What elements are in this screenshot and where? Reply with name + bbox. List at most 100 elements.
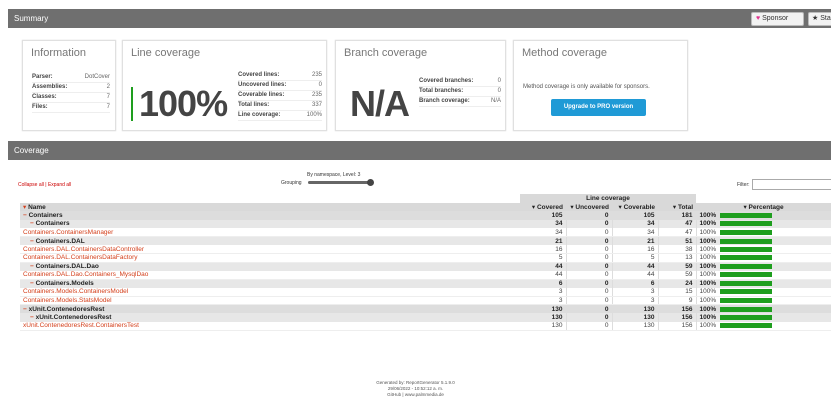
branch-coverage-title: Branch coverage: [344, 47, 428, 59]
class-row[interactable]: Containers.DAL.ContainersDataController 1…: [20, 245, 831, 254]
filter-input[interactable]: [752, 179, 831, 190]
grouping-slider-handle[interactable]: [367, 179, 374, 186]
namespace-row[interactable]: − xUnit.ContenedoresRest 130 0 130 156 100%: [20, 304, 831, 313]
cell-coverable: 3: [612, 296, 659, 305]
class-row[interactable]: Containers.Models.ContainersModel 3 0 3 15 10…: [20, 287, 831, 297]
row-name[interactable]: Containers.DAL.Dao.Containers_MysqlDao: [23, 271, 148, 278]
cell-coverable: 3: [612, 287, 659, 297]
cell-covered: 6: [520, 279, 567, 288]
row-name[interactable]: Containers.ContainersManager: [23, 229, 113, 236]
class-row[interactable]: Containers.DAL.Dao.Containers_MysqlDao 44…: [20, 270, 831, 280]
sort-arrow-icon: ▾: [618, 203, 622, 211]
row-name-cell[interactable]: − Containers.DAL.Dao: [20, 262, 520, 271]
row-name-cell[interactable]: Containers.DAL.ContainersDataController: [20, 245, 520, 254]
class-row[interactable]: xUnit.ContenedoresRest.ContainersTest 130…: [20, 321, 831, 331]
star-button[interactable]: ★ Sta: [808, 12, 831, 26]
percentage-text: 100%: [699, 280, 717, 287]
row-name[interactable]: Containers.Models.StatsModel: [23, 297, 112, 304]
row-name-cell[interactable]: − Containers.Models: [20, 279, 520, 288]
coverage-title: Coverage: [14, 146, 49, 155]
cell-total: 24: [658, 279, 697, 288]
cell-uncovered: 0: [566, 211, 613, 220]
row-name[interactable]: xUnit.ContenedoresRest.ContainersTest: [23, 322, 139, 329]
cell-total: 59: [658, 270, 697, 280]
row-name-cell[interactable]: − xUnit.ContenedoresRest: [20, 313, 520, 322]
row-name-cell[interactable]: Containers.DAL.Dao.Containers_MysqlDao: [20, 270, 520, 280]
sponsor-label: Sponsor: [762, 15, 789, 22]
sort-arrow-icon: ▾: [531, 203, 536, 211]
coverage-bar: [720, 221, 773, 227]
row-name[interactable]: Containers.Models.ContainersModel: [23, 288, 128, 295]
branch-row: Branch coverage: N/A: [419, 97, 501, 107]
cell-percentage: 100%: [696, 262, 831, 271]
namespace-row[interactable]: − Containers.Models 6 0 6 24 100%: [20, 279, 831, 288]
percentage-text: 100%: [699, 263, 717, 270]
namespace-row[interactable]: − xUnit.ContenedoresRest 130 0 130 156 100%: [20, 313, 831, 322]
percentage-text: 100%: [699, 271, 717, 278]
cell-percentage: 100%: [696, 296, 831, 305]
cell-uncovered: 0: [566, 219, 613, 228]
namespace-row[interactable]: − Containers 105 0 105 181 100%: [20, 211, 831, 220]
class-row[interactable]: Containers.Models.StatsModel 3 0 3 9 100%: [20, 296, 831, 305]
footer-links[interactable]: GitHub | www.palmmedia.de: [0, 392, 831, 397]
cell-covered: 44: [520, 262, 567, 271]
namespace-row[interactable]: − Containers.DAL 21 0 21 51 100%: [20, 236, 831, 245]
row-name-cell[interactable]: − Containers.DAL: [20, 236, 520, 245]
row-name-cell[interactable]: − Containers: [20, 219, 520, 228]
row-name: Containers.Models: [35, 280, 94, 287]
row-name: Containers: [28, 211, 63, 219]
sponsor-button[interactable]: ♥ Sponsor: [751, 12, 804, 26]
collapse-all-link[interactable]: Collapse all: [18, 182, 44, 188]
info-row-files: Files: 7: [32, 103, 110, 113]
cell-percentage: 100%: [696, 219, 831, 228]
class-row[interactable]: Containers.ContainersManager 34 0 34 47 100%: [20, 228, 831, 237]
coverage-bar: [720, 306, 773, 312]
upgrade-pro-button[interactable]: Upgrade to PRO version: [551, 99, 646, 116]
namespace-row[interactable]: − Containers.DAL.Dao 44 0 44 59 100%: [20, 262, 831, 271]
cell-percentage: 100%: [696, 279, 831, 288]
heart-icon: ♥: [756, 15, 761, 22]
information-title: Information: [31, 47, 87, 59]
cell-covered: 34: [520, 228, 567, 237]
row-name-cell[interactable]: Containers.Models.StatsModel: [20, 296, 520, 305]
cell-coverable: 16: [612, 245, 659, 254]
row-name-cell[interactable]: − xUnit.ContenedoresRest: [20, 304, 520, 313]
star-label: Sta: [820, 15, 831, 22]
percentage-wrap: 100%: [700, 306, 829, 313]
row-name: Containers.DAL.Dao: [35, 263, 99, 270]
namespace-row[interactable]: − Containers 34 0 34 47 100%: [20, 219, 831, 228]
col-percentage-header[interactable]: ▾ Percentage: [696, 202, 831, 211]
row-name-cell[interactable]: Containers.DAL.ContainersDataFactory: [20, 253, 520, 263]
coverage-bar: [720, 297, 773, 303]
row-name[interactable]: Containers.DAL.ContainersDataFactory: [23, 254, 138, 261]
cell-coverable: 6: [612, 279, 659, 288]
row-name-cell[interactable]: Containers.Models.ContainersModel: [20, 287, 520, 297]
col-name-header[interactable]: ▾ Name: [20, 202, 520, 211]
cell-percentage: 100%: [696, 245, 831, 254]
row-name-cell[interactable]: − Containers: [20, 211, 520, 220]
row-name-cell[interactable]: xUnit.ContenedoresRest.ContainersTest: [20, 321, 520, 331]
class-row[interactable]: Containers.DAL.ContainersDataFactory 5 0 5 1…: [20, 253, 831, 263]
cell-covered: 44: [520, 270, 567, 280]
coverage-indicator-line: [131, 87, 133, 121]
cell-uncovered: 0: [566, 236, 613, 245]
cell-uncovered: 0: [566, 296, 613, 305]
information-list: Parser: DotCover Assemblies: 2 Classes: 7 F…: [32, 73, 110, 113]
col-total-header[interactable]: ▾ Total: [658, 202, 696, 211]
row-name[interactable]: Containers.DAL.ContainersDataController: [23, 246, 144, 253]
percentage-wrap: 100%: [700, 297, 829, 304]
col-covered-header[interactable]: ▾ Covered: [520, 202, 566, 211]
percentage-text: 100%: [699, 313, 717, 321]
coverage-bar: [720, 246, 773, 252]
cell-percentage: 100%: [696, 304, 831, 313]
footer-timestamp: 29/06/2022 - 10:52:12 a. m.: [387, 386, 444, 391]
sort-arrow-icon: ▾: [672, 203, 677, 211]
cell-percentage: 100%: [696, 270, 831, 280]
expand-all-link[interactable]: Expand all: [48, 182, 71, 188]
col-coverable-header[interactable]: ▾ Coverable: [612, 202, 658, 211]
table-header-blank: [20, 194, 520, 203]
col-uncovered-header[interactable]: ▾ Uncovered: [566, 202, 612, 211]
percentage-wrap: 100%: [700, 322, 829, 329]
grouping-slider-track[interactable]: [308, 181, 372, 184]
row-name-cell[interactable]: Containers.ContainersManager: [20, 228, 520, 237]
